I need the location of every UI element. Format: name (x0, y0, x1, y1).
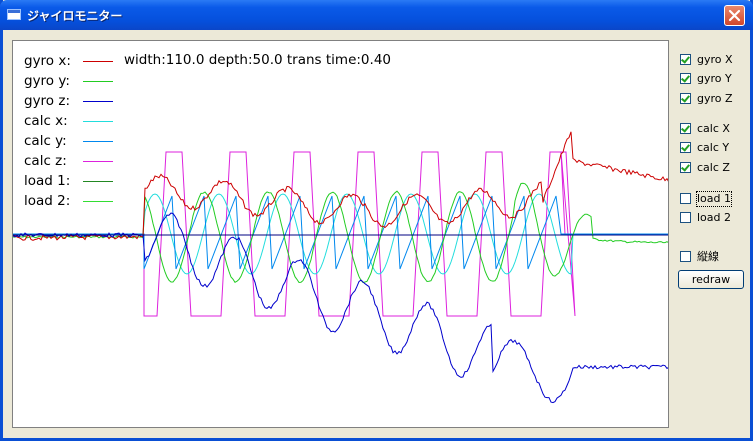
graph-canvas (13, 131, 668, 404)
window-title: ジャイロモニター (27, 9, 123, 23)
legend-line-gyro-y (83, 81, 113, 82)
checkbox-box[interactable] (680, 162, 691, 173)
legend-label-load-1: load 1: (24, 173, 71, 189)
close-button[interactable] (724, 5, 745, 26)
legend-line-gyro-z (83, 101, 113, 102)
checkbox-label: 縦線 (697, 250, 719, 263)
close-icon (728, 9, 741, 22)
checkbox-box[interactable] (680, 193, 691, 204)
trace-gyro-x (13, 131, 668, 241)
app-window-icon (7, 9, 21, 20)
parameters-text: width:110.0 depth:50.0 trans time:0.40 (124, 52, 391, 68)
legend-line-load-2 (83, 201, 113, 202)
title-bar[interactable]: ジャイロモニター (0, 0, 753, 30)
graph-area: gyro x: gyro y: gyro z: calc x: calc y: … (12, 40, 669, 428)
legend-line-gyro-x (83, 61, 113, 62)
checkbox-box[interactable] (680, 212, 691, 223)
checkbox-box[interactable] (680, 251, 691, 262)
checkbox-box[interactable] (680, 123, 691, 134)
checkbox-label: calc Y (697, 141, 730, 154)
legend-line-load-1 (83, 181, 113, 182)
checkbox-label: gyro Z (697, 92, 733, 105)
legend-label-calc-y: calc y: (24, 133, 67, 149)
legend-label-load-2: load 2: (24, 193, 71, 209)
legend-label-gyro-x: gyro x: (24, 53, 71, 69)
legend-label-gyro-z: gyro z: (24, 93, 70, 109)
legend-label-calc-z: calc z: (24, 153, 67, 169)
checkbox-box[interactable] (680, 93, 691, 104)
legend-line-calc-y (83, 141, 113, 142)
checkbox-label: calc Z (697, 161, 730, 174)
checkbox-label: calc X (697, 122, 730, 135)
checkbox-label: gyro Y (697, 72, 732, 85)
legend-label-calc-x: calc x: (24, 113, 68, 129)
legend-line-calc-x (83, 121, 113, 122)
checkbox-box[interactable] (680, 142, 691, 153)
checkbox-label: load 2 (697, 211, 732, 224)
checkbox-label: load 1 (695, 191, 733, 207)
checkbox-box[interactable] (680, 54, 691, 65)
legend-line-calc-z (83, 161, 113, 162)
checkbox-box[interactable] (680, 73, 691, 84)
checkbox-label: gyro X (697, 53, 733, 66)
legend-label-gyro-y: gyro y: (24, 73, 70, 89)
redraw-button[interactable]: redraw (678, 270, 744, 289)
